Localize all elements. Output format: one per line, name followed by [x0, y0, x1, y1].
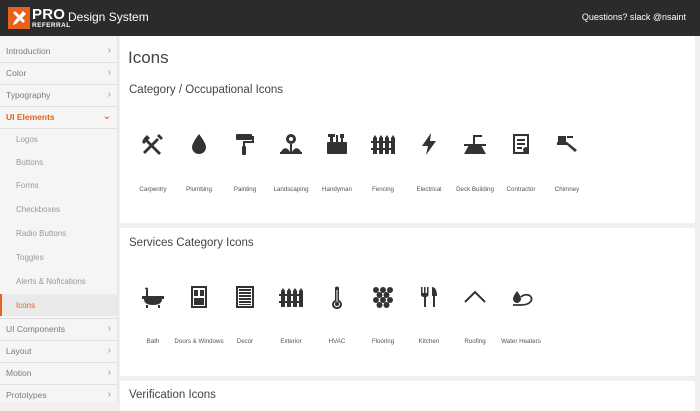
sidebar-item-typography[interactable]: Typography ›	[0, 84, 117, 106]
logo-text: PRO	[32, 5, 66, 23]
section-title: Services Category Icons	[129, 237, 254, 249]
carpentry-icon	[130, 132, 176, 156]
roofing-icon	[452, 285, 498, 309]
sidebar-item-label: Introduction	[6, 46, 51, 56]
sidebar-subitem-forms[interactable]: Forms	[0, 174, 117, 196]
sidebar-item-prototypes[interactable]: Prototypes ›	[0, 384, 117, 406]
fencing-icon	[360, 132, 406, 156]
main-content: Icons Category / Occupational Icons Carp…	[120, 36, 695, 411]
chimney-icon	[544, 132, 590, 156]
logo-subtext: REFERRAL	[32, 21, 71, 29]
hvac-icon	[314, 285, 360, 309]
chevron-right-icon: ›	[107, 345, 111, 356]
decor-icon	[222, 285, 268, 309]
contractor-icon	[498, 132, 544, 156]
sidebar-item-label: Motion	[6, 368, 32, 378]
deck-building-icon	[452, 132, 498, 156]
icon-label: Water Heaters	[501, 338, 541, 345]
tools-icon	[8, 7, 30, 29]
sidebar-item-motion[interactable]: Motion ›	[0, 362, 117, 384]
sidebar-item-label: UI Components	[6, 324, 66, 334]
kitchen-icon	[406, 285, 452, 309]
sidebar-item-label: Prototypes	[6, 390, 47, 400]
water-heaters-icon	[498, 285, 544, 309]
sidebar-subitem-logos[interactable]: Logos	[0, 128, 117, 150]
section-title: Verification Icons	[129, 389, 216, 401]
sidebar-item-color[interactable]: Color ›	[0, 62, 117, 84]
top-bar: PRO REFERRAL Design System Questions? sl…	[0, 0, 700, 36]
verification-icons-panel: Verification Icons	[120, 381, 695, 411]
landscaping-icon	[268, 132, 314, 156]
chevron-right-icon: ›	[107, 45, 111, 56]
doors-windows-icon	[176, 285, 222, 309]
sidebar-item-ui-components[interactable]: UI Components ›	[0, 318, 117, 340]
painting-icon	[222, 132, 268, 156]
sidebar: Introduction › Color › Typography › UI E…	[0, 36, 118, 402]
sidebar-item-label: Color	[6, 68, 27, 78]
sidebar-subitem-icons[interactable]: Icons	[0, 294, 117, 316]
sidebar-item-layout[interactable]: Layout ›	[0, 340, 117, 362]
exterior-icon	[268, 285, 314, 309]
pro-referral-logo[interactable]: PRO REFERRAL	[8, 6, 71, 30]
sidebar-subitem-checkboxes[interactable]: Checkboxes	[0, 198, 117, 220]
sidebar-item-label: Typography	[6, 90, 51, 100]
sidebar-subitem-radio-buttons[interactable]: Radio Buttons	[0, 222, 117, 244]
handyman-icon	[314, 132, 360, 156]
plumbing-icon	[176, 132, 222, 156]
sidebar-subitem-alerts[interactable]: Alerts & Nofications	[0, 270, 117, 292]
app-title: Design System	[68, 10, 149, 24]
sidebar-item-introduction[interactable]: Introduction ›	[0, 40, 117, 62]
services-icons-panel: Services Category Icons Bath Doors & Win…	[120, 228, 695, 376]
icon-label: Chimney	[554, 186, 580, 193]
bath-icon	[130, 285, 176, 309]
category-icons-panel: Icons Category / Occupational Icons Carp…	[120, 36, 695, 223]
chevron-right-icon: ›	[107, 67, 111, 78]
section-title: Category / Occupational Icons	[129, 84, 284, 96]
sidebar-item-ui-elements[interactable]: UI Elements ⌄	[0, 106, 117, 128]
chevron-right-icon: ›	[107, 89, 111, 100]
chevron-right-icon: ›	[107, 389, 111, 400]
page-title: Icons	[128, 48, 169, 67]
sidebar-subitem-toggles[interactable]: Toggles	[0, 246, 117, 268]
chevron-right-icon: ›	[107, 323, 111, 334]
sidebar-item-label: UI Elements	[6, 112, 55, 122]
flooring-icon	[360, 285, 406, 309]
help-contact[interactable]: Questions? slack @nsaint	[582, 12, 686, 22]
sidebar-subitem-buttons[interactable]: Buttons	[0, 151, 117, 173]
chevron-down-icon: ⌄	[102, 111, 111, 122]
electrical-icon	[406, 132, 452, 156]
chevron-right-icon: ›	[107, 367, 111, 378]
sidebar-item-label: Layout	[6, 346, 32, 356]
